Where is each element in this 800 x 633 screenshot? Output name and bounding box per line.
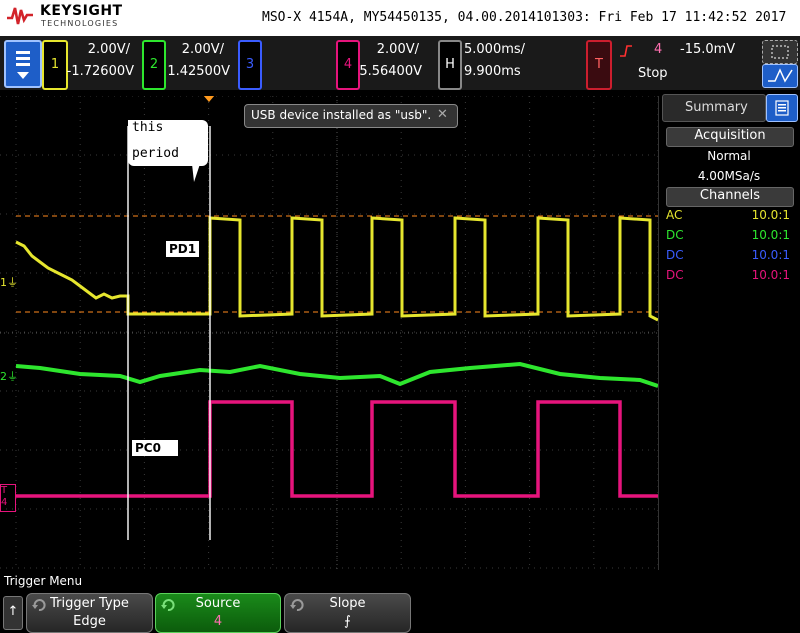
brand-name: KEYSIGHT bbox=[40, 3, 123, 19]
channel-4-marker-label: 4 bbox=[1, 497, 8, 508]
channel-1-offset: -1.72600V bbox=[66, 64, 134, 79]
channel-2-marker[interactable]: 2⏚ bbox=[0, 368, 18, 384]
zoom-box-icon bbox=[771, 45, 789, 59]
channel-2-trace bbox=[15, 361, 659, 388]
trigger-marker-label: T bbox=[1, 485, 8, 496]
channel-3-button[interactable]: 3 bbox=[238, 40, 262, 90]
zoom-select-button[interactable] bbox=[762, 40, 798, 64]
horizontal-label: H bbox=[445, 57, 455, 72]
touch-trigger-button[interactable] bbox=[762, 64, 798, 88]
brand-subtitle: TECHNOLOGIES bbox=[41, 19, 119, 28]
pc0-label: PC0 bbox=[132, 440, 178, 456]
channel-2-scale: 2.00V/ bbox=[181, 42, 224, 57]
coupling-value: DC bbox=[666, 248, 684, 262]
waveform-graticule bbox=[0, 95, 659, 570]
channel-summary-row: DC 10.0:1 bbox=[666, 248, 792, 268]
channel-bar: 1 2.00V/ -1.72600V 2 2.00V/ 1.42500V 3 4… bbox=[0, 36, 800, 90]
softkey-label: Source bbox=[195, 596, 241, 611]
keysight-logo-icon bbox=[7, 7, 33, 25]
back-button[interactable]: ↑ bbox=[3, 596, 23, 630]
edge-waveform-icon bbox=[768, 68, 793, 83]
usb-notification: USB device installed as "usb". ✕ bbox=[244, 104, 458, 128]
channel-3-number: 3 bbox=[245, 57, 255, 72]
channel-4-offset: 5.56400V bbox=[359, 64, 422, 79]
ground-icon: ⏚ bbox=[7, 276, 18, 289]
menu-icon bbox=[16, 51, 30, 79]
menu-title: Trigger Menu bbox=[4, 574, 83, 588]
waveform-display[interactable]: USB device installed as "usb". ✕ this pe… bbox=[0, 95, 659, 570]
instrument-info: MSO-X 4154A, MY54450135, 04.00.201410130… bbox=[262, 10, 787, 25]
summary-panel: Summary Acquisition Normal 4.00MSa/s Cha… bbox=[660, 92, 800, 570]
summary-tab-label: Summary bbox=[685, 100, 748, 115]
summary-tab[interactable]: Summary bbox=[662, 94, 766, 122]
sample-rate: 4.00MSa/s bbox=[697, 169, 761, 183]
coupling-value: AC bbox=[666, 208, 683, 222]
pd1-label: PD1 bbox=[166, 241, 200, 257]
back-arrow-icon: ↑ bbox=[7, 604, 19, 619]
coupling-value: DC bbox=[666, 268, 684, 282]
list-icon bbox=[775, 100, 789, 116]
channel-1-marker[interactable]: 1⏚ bbox=[0, 274, 18, 290]
channel-1-number: 1 bbox=[50, 57, 60, 72]
channel-4-scale: 2.00V/ bbox=[376, 42, 419, 57]
coupling-value: DC bbox=[666, 228, 684, 242]
callout-tail-icon bbox=[192, 164, 200, 182]
softkey-label: Trigger Type bbox=[50, 596, 129, 611]
header-bar: KEYSIGHT TECHNOLOGIES MSO-X 4154A, MY544… bbox=[0, 0, 800, 36]
softkey-value: 4 bbox=[213, 614, 223, 629]
callout-line-2: period bbox=[132, 146, 179, 161]
probe-ratio-value: 10.0:1 bbox=[751, 208, 790, 222]
timebase-value: 5.000ms/ bbox=[464, 42, 526, 57]
channel-summary-row: DC 10.0:1 bbox=[666, 228, 792, 248]
channel-summary-row: DC 10.0:1 bbox=[666, 268, 792, 288]
horizontal-button[interactable]: H bbox=[438, 40, 462, 90]
probe-ratio-value: 10.0:1 bbox=[751, 248, 790, 262]
run-status: Stop bbox=[638, 66, 668, 81]
delay-value: 9.900ms bbox=[464, 64, 521, 79]
sidebar-menu-button[interactable] bbox=[766, 94, 798, 122]
channels-header: Channels bbox=[666, 187, 794, 207]
channel-summary-list: AC 10.0:1 DC 10.0:1 DC 10.0:1 DC 10.0:1 bbox=[666, 208, 792, 288]
acquisition-header: Acquisition bbox=[666, 127, 794, 147]
annotation-callout: this period bbox=[128, 120, 208, 166]
trigger-position-icon bbox=[203, 95, 215, 102]
channel-2-offset: 1.42500V bbox=[167, 64, 230, 79]
softkey-trigger-type[interactable]: Trigger Type Edge bbox=[26, 593, 153, 633]
main-menu-button[interactable] bbox=[4, 40, 42, 88]
channel-1-scale: 2.00V/ bbox=[87, 42, 130, 57]
channel-2-marker-label: 2 bbox=[0, 370, 7, 383]
notification-text: USB device installed as "usb". bbox=[251, 108, 432, 122]
softkey-slope[interactable]: Slope ⨍ bbox=[284, 593, 411, 633]
acquisition-mode: Normal bbox=[707, 149, 751, 163]
softkey-value: ⨍ bbox=[344, 614, 351, 629]
channel-summary-row: AC 10.0:1 bbox=[666, 208, 792, 228]
ground-icon: ⏚ bbox=[7, 370, 18, 383]
close-icon[interactable]: ✕ bbox=[437, 107, 448, 122]
softkey-value: Edge bbox=[73, 614, 106, 629]
probe-ratio-value: 10.0:1 bbox=[751, 268, 790, 282]
softkey-source[interactable]: Source 4 bbox=[155, 593, 281, 633]
rising-edge-icon bbox=[620, 45, 632, 57]
trigger-source: 4 bbox=[654, 42, 663, 57]
probe-ratio-value: 10.0:1 bbox=[751, 228, 790, 242]
trigger-level: -15.0mV bbox=[680, 42, 736, 57]
callout-line-1: this bbox=[132, 120, 164, 135]
trigger-label: T bbox=[595, 57, 603, 72]
channel-4-marker[interactable]: T 4 bbox=[0, 484, 16, 512]
channel-1-marker-label: 1 bbox=[0, 276, 7, 289]
trigger-button[interactable]: T bbox=[586, 40, 612, 90]
softkey-label: Slope bbox=[329, 596, 366, 611]
